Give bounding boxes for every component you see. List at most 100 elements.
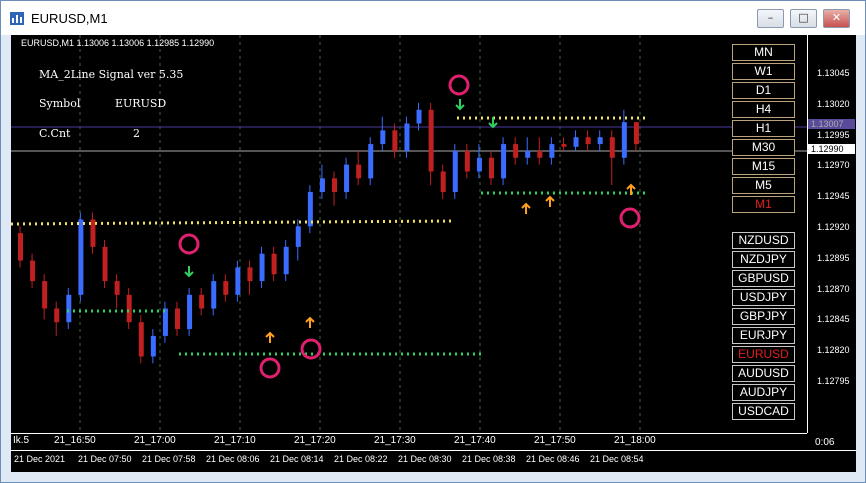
timeframe-button-m5[interactable]: M5 — [732, 177, 795, 194]
minimize-button[interactable]: – — [757, 9, 784, 28]
symbol-button-audjpy[interactable]: AUDJPY — [732, 384, 795, 401]
time-tick-label: 21_16:50 — [54, 435, 96, 446]
date-tick-label: 21 Dec 07:58 — [142, 454, 196, 464]
symbol-label: Symbol — [39, 97, 81, 110]
vertical-scrollbar[interactable] — [856, 35, 865, 472]
symbol-button-gbpjpy[interactable]: GBPJPY — [732, 308, 795, 325]
window-title: EURUSD,M1 — [31, 11, 108, 26]
bear-candle — [513, 144, 519, 158]
bull-candle — [235, 267, 241, 295]
date-tick-label: 21 Dec 08:06 — [206, 454, 260, 464]
bear-candle — [126, 294, 132, 323]
bull-candle — [211, 281, 217, 309]
bear-candle — [138, 322, 144, 357]
timeframe-button-w1[interactable]: W1 — [732, 63, 795, 80]
date-tick-label: 21 Dec 08:30 — [398, 454, 452, 464]
time-tick-label: 21_17:50 — [534, 435, 576, 446]
symbol-value: EURUSD — [115, 97, 167, 110]
price-tick-label: 1.12795 — [817, 376, 850, 386]
symbol-button-eurusd[interactable]: EURUSD — [732, 346, 795, 363]
bear-candle — [102, 246, 108, 282]
bear-candle — [199, 294, 205, 309]
buy-arrow-icon — [265, 331, 275, 343]
bear-candle — [18, 233, 23, 261]
signal-circle — [178, 233, 200, 255]
date-tick-label: 21 Dec 08:14 — [270, 454, 324, 464]
bull-candle — [380, 130, 386, 145]
buy-arrow-icon — [305, 316, 315, 328]
bull-candle — [66, 294, 72, 323]
sell-arrow-icon — [488, 117, 498, 129]
price-tick-label: 1.13045 — [817, 68, 850, 78]
count-label: C.Cnt — [39, 127, 71, 140]
bull-candle — [283, 246, 289, 275]
buy-arrow-icon — [626, 183, 636, 195]
time-tick-label: 21_17:20 — [294, 435, 336, 446]
bear-candle — [114, 281, 120, 295]
symbol-button-usdjpy[interactable]: USDJPY — [732, 289, 795, 306]
bull-candle — [344, 164, 350, 193]
bull-candle — [549, 144, 555, 158]
price-chart[interactable]: EURUSD,M1 1.13006 1.13006 1.12985 1.1299… — [11, 35, 856, 472]
bull-candle — [621, 122, 627, 158]
chart-window: EURUSD,M1 – □ ✕ EURUSD,M1 1.13006 1.1300… — [0, 0, 866, 483]
date-tick-label: 21 Dec 08:22 — [334, 454, 388, 464]
bull-candle — [452, 150, 458, 193]
signal-circle — [448, 74, 470, 96]
date-tick-label: 21 Dec 08:54 — [590, 454, 644, 464]
timeframe-button-m15[interactable]: M15 — [732, 158, 795, 175]
ohlc-readout: EURUSD,M1 1.13006 1.13006 1.12985 1.1299… — [21, 38, 215, 48]
signal-circle — [259, 357, 281, 379]
bear-candle — [428, 109, 434, 172]
buy-arrow-icon — [545, 195, 555, 207]
indicator-name: MA_2Line Signal ver 5.35 — [39, 68, 184, 81]
bull-candle — [501, 144, 507, 179]
price-tick-label: 1.12995 — [817, 129, 850, 140]
time-tick-label: 21_17:00 — [134, 435, 176, 446]
symbol-button-eurjpy[interactable]: EURJPY — [732, 327, 795, 344]
bear-candle — [42, 281, 48, 309]
symbol-button-nzdusd[interactable]: NZDUSD — [732, 232, 795, 249]
symbol-button-gbpusd[interactable]: GBPUSD — [732, 270, 795, 287]
bull-candle — [259, 253, 265, 282]
sell-arrow-icon — [184, 266, 194, 278]
timeframe-button-m1[interactable]: M1 — [732, 196, 795, 213]
title-bar[interactable]: EURUSD,M1 – □ ✕ — [1, 1, 865, 35]
date-tick-label: 21 Dec 08:46 — [526, 454, 580, 464]
price-tick-label: 1.12820 — [817, 345, 850, 356]
bear-candle — [464, 150, 470, 172]
buy-arrow-icon — [521, 202, 531, 214]
symbol-button-usdcad[interactable]: USDCAD — [732, 403, 795, 420]
bear-candle — [223, 281, 229, 295]
symbol-button-audusd[interactable]: AUDUSD — [732, 365, 795, 382]
horizontal-scrollbar[interactable] — [1, 472, 865, 482]
close-button[interactable]: ✕ — [823, 9, 850, 28]
timeframe-button-mn[interactable]: MN — [732, 44, 795, 61]
bull-candle — [150, 335, 156, 357]
maximize-button[interactable]: □ — [790, 9, 817, 28]
bear-candle — [585, 137, 591, 145]
scroll-left-label: Ik.5 — [13, 435, 30, 446]
bear-candle — [489, 157, 494, 179]
price-tick-label: 1.12895 — [817, 252, 850, 263]
count-value: 2 — [133, 127, 140, 140]
bear-candle — [247, 267, 253, 282]
bear-candle — [54, 308, 60, 323]
bull-candle — [525, 150, 531, 158]
price-tick-label: 1.12845 — [817, 314, 850, 325]
time-tick-label: 21_18:00 — [614, 435, 656, 446]
bear-candle — [561, 144, 567, 147]
bear-candle — [30, 260, 36, 282]
date-axis-line — [11, 450, 856, 451]
bull-candle — [78, 219, 84, 295]
timeframe-button-m30[interactable]: M30 — [732, 139, 795, 156]
time-tick-label: 21_17:30 — [374, 435, 416, 446]
date-tick-label: 21 Dec 2021 — [14, 454, 66, 464]
bear-candle — [90, 219, 96, 247]
timeframe-button-h4[interactable]: H4 — [732, 101, 795, 118]
timeframe-button-d1[interactable]: D1 — [732, 82, 795, 99]
chart-app-icon — [10, 12, 24, 25]
timeframe-button-h1[interactable]: H1 — [732, 120, 795, 137]
current-price-tag: 1.12990 — [808, 144, 855, 154]
symbol-button-nzdjpy[interactable]: NZDJPY — [732, 251, 795, 268]
